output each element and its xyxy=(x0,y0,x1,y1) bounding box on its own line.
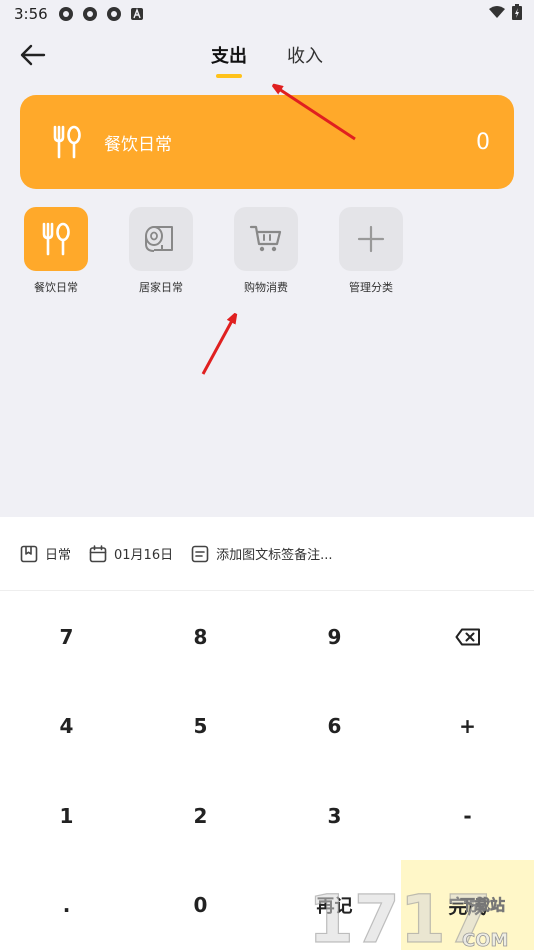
input-panel: 日常 01月16日 添加图文标签备注... 7 8 9 4 5 6 + 1 2 … xyxy=(0,517,534,950)
key-1[interactable]: 1 xyxy=(0,771,133,861)
key-0[interactable]: 0 xyxy=(134,860,267,950)
amount-display: 0 xyxy=(476,129,490,155)
category-shopping[interactable]: 购物消费 xyxy=(234,207,298,295)
date-selector[interactable]: 01月16日 xyxy=(89,544,173,563)
category-icon-box xyxy=(24,207,88,271)
selected-category-name: 餐饮日常 xyxy=(104,134,172,155)
key-4[interactable]: 4 xyxy=(0,681,133,771)
category-manage[interactable]: 管理分类 xyxy=(339,207,403,295)
note-input[interactable]: 添加图文标签备注... xyxy=(191,544,333,563)
key-9[interactable]: 9 xyxy=(268,592,401,682)
category-label: 管理分类 xyxy=(349,281,393,294)
key-7[interactable]: 7 xyxy=(0,592,133,682)
category-icon-box xyxy=(234,207,298,271)
amount-card: 餐饮日常 0 xyxy=(20,95,514,189)
wifi-icon xyxy=(488,5,506,23)
calendar-icon xyxy=(89,544,107,562)
toilet-roll-icon xyxy=(145,226,173,252)
date-label: 01月16日 xyxy=(114,548,174,563)
tab-income[interactable]: 收入 xyxy=(287,42,323,68)
note-placeholder: 添加图文标签备注... xyxy=(216,548,333,563)
shopping-cart-icon xyxy=(249,225,282,252)
book-label: 日常 xyxy=(45,548,72,563)
key-plus[interactable]: + xyxy=(401,681,534,771)
status-time: 3:56 xyxy=(14,5,48,23)
done-button[interactable]: 完成 xyxy=(401,860,534,950)
type-tabs: 支出 收入 xyxy=(0,42,534,68)
category-label: 餐饮日常 xyxy=(34,281,78,294)
category-label: 居家日常 xyxy=(139,281,183,294)
backspace-button[interactable] xyxy=(401,592,534,682)
book-selector[interactable]: 日常 xyxy=(20,544,71,563)
notification-app-icon xyxy=(106,6,122,22)
key-3[interactable]: 3 xyxy=(268,771,401,861)
category-label: 购物消费 xyxy=(244,281,288,294)
category-dining[interactable]: 餐饮日常 xyxy=(24,207,88,295)
notification-app-icon xyxy=(82,6,98,22)
key-2[interactable]: 2 xyxy=(134,771,267,861)
backspace-icon xyxy=(455,628,480,646)
meta-row: 日常 01月16日 添加图文标签备注... xyxy=(0,517,534,591)
key-decimal[interactable]: . xyxy=(0,860,133,950)
fork-spoon-icon xyxy=(50,125,84,159)
record-again-button[interactable]: 再记 xyxy=(268,860,401,950)
numeric-keypad: 7 8 9 4 5 6 + 1 2 3 - . 0 再记 完成 xyxy=(0,592,534,950)
notification-app-icon xyxy=(58,6,74,22)
key-6[interactable]: 6 xyxy=(268,681,401,771)
category-icon-box xyxy=(339,207,403,271)
fork-spoon-icon xyxy=(42,222,70,256)
annotation-arrow-categories xyxy=(201,317,234,375)
category-home[interactable]: 居家日常 xyxy=(129,207,193,295)
notification-a-icon xyxy=(130,7,144,21)
key-5[interactable]: 5 xyxy=(134,681,267,771)
key-8[interactable]: 8 xyxy=(134,592,267,682)
category-icon-box xyxy=(129,207,193,271)
key-minus[interactable]: - xyxy=(401,771,534,861)
tab-expense[interactable]: 支出 xyxy=(211,42,247,68)
battery-icon xyxy=(512,4,522,24)
header: 支出 收入 xyxy=(0,30,534,78)
note-icon xyxy=(191,545,209,562)
bookmark-icon xyxy=(20,545,38,562)
category-grid: 餐饮日常 居家日常 购物消费 管理分类 xyxy=(24,207,403,295)
status-bar: 3:56 xyxy=(0,0,534,28)
plus-icon xyxy=(357,225,385,253)
